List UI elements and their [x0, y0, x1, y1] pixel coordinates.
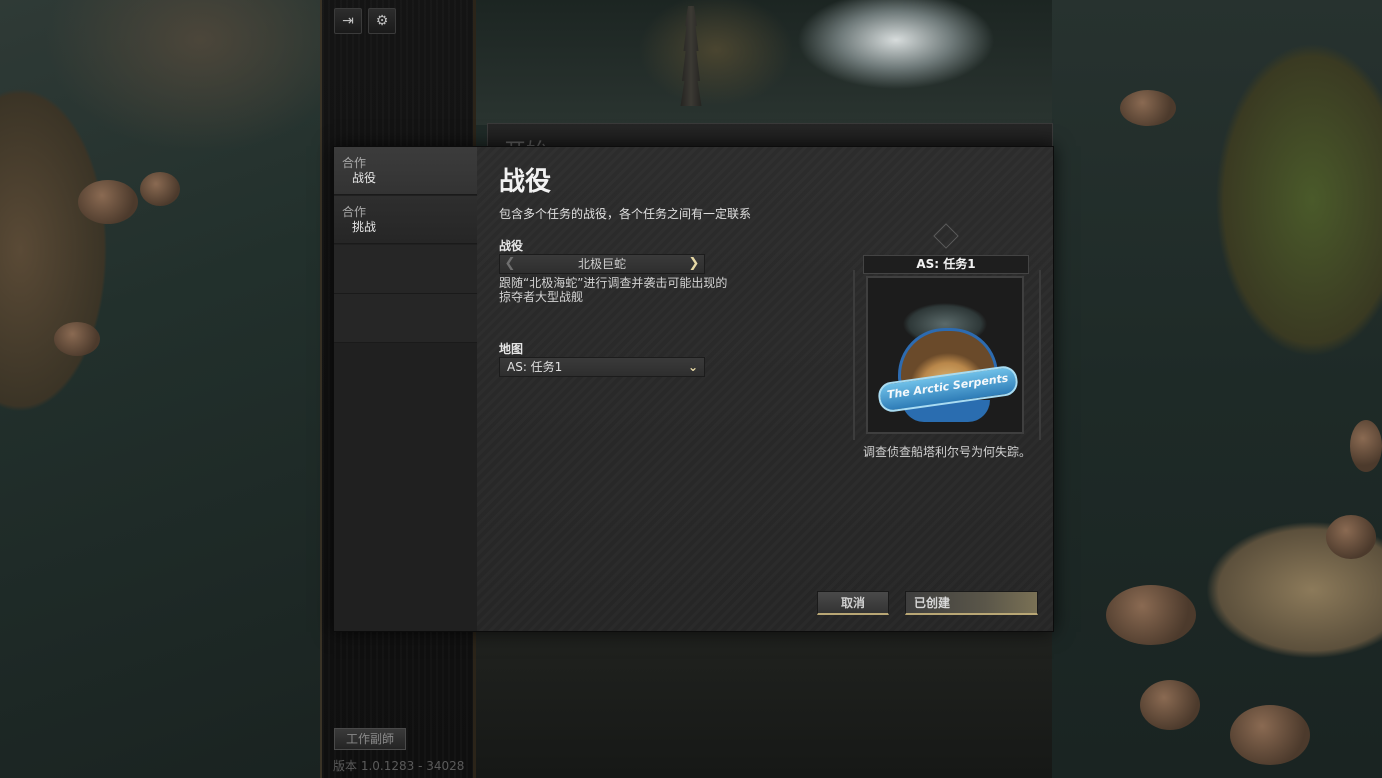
exit-icon[interactable]: ⇥ — [334, 8, 362, 34]
background-top-water — [476, 0, 1052, 125]
background-left-terrain — [0, 0, 320, 778]
map-label: 地图 — [499, 342, 524, 356]
preview-title: AS: 任务1 — [863, 255, 1029, 274]
chevron-down-icon: ⌄ — [687, 360, 698, 374]
sidebar-empty-slot — [334, 245, 477, 294]
cancel-button[interactable]: 取消 — [817, 591, 889, 615]
rock — [78, 180, 138, 224]
create-button[interactable]: 已创建 — [905, 591, 1038, 615]
rock — [1230, 705, 1310, 765]
sidebar-item-challenge[interactable]: 合作 挑战 — [334, 196, 477, 244]
chevron-left-icon[interactable]: ❮ — [500, 255, 520, 273]
sidebar-item-category: 合作 — [342, 205, 367, 219]
rock — [140, 172, 180, 206]
mission-emblem-image: The Arctic Serpents — [866, 276, 1024, 434]
rock — [1326, 515, 1376, 559]
campaign-selector: ❮ 北极巨蛇 ❯ — [499, 254, 705, 274]
rock — [1350, 420, 1382, 472]
sidebar-item-label: 挑战 — [352, 220, 377, 234]
map-value: AS: 任务1 — [507, 360, 563, 374]
chevron-right-icon[interactable]: ❯ — [684, 255, 704, 273]
rock — [1106, 585, 1196, 645]
campaign-description: 跟随“北极海蛇”进行调查并袭击可能出现的掠夺者大型战舰 — [499, 276, 728, 304]
campaign-value: 北极巨蛇 — [577, 257, 626, 271]
game-mode-dialog: 合作 战役 合作 挑战 战役 包含多个任务的战役，各个任务之间有一定联系 战役 … — [333, 146, 1054, 632]
map-dropdown[interactable]: AS: 任务1 ⌄ — [499, 357, 705, 377]
sidebar-item-campaign[interactable]: 合作 战役 — [334, 147, 477, 195]
rock — [1140, 680, 1200, 730]
background-right-terrain — [1052, 0, 1382, 778]
dialog-main-panel: 战役 包含多个任务的战役，各个任务之间有一定联系 战役 ❮ 北极巨蛇 ❯ 跟随“… — [477, 147, 1053, 631]
sidebar-empty-slot — [334, 294, 477, 343]
diamond-ornament-icon — [933, 223, 959, 249]
version-text: 版本 1.0.1283 - 34028 — [333, 759, 465, 773]
workshop-button[interactable]: 工作副師 — [334, 728, 406, 750]
rock — [54, 322, 100, 356]
page-description: 包含多个任务的战役，各个任务之间有一定联系 — [499, 207, 752, 221]
page-title: 战役 — [499, 167, 552, 197]
background-bottom — [476, 632, 1052, 778]
campaign-label: 战役 — [499, 239, 524, 253]
sidebar-item-category: 合作 — [342, 156, 367, 170]
rock — [1120, 90, 1176, 126]
sidebar-item-label: 战役 — [352, 171, 377, 185]
mission-description: 调查侦查船塔利尔号为何失踪。 — [863, 445, 1032, 459]
gear-icon[interactable]: ⚙ — [368, 8, 396, 34]
mode-sidebar: 合作 战役 合作 挑战 — [334, 147, 477, 631]
